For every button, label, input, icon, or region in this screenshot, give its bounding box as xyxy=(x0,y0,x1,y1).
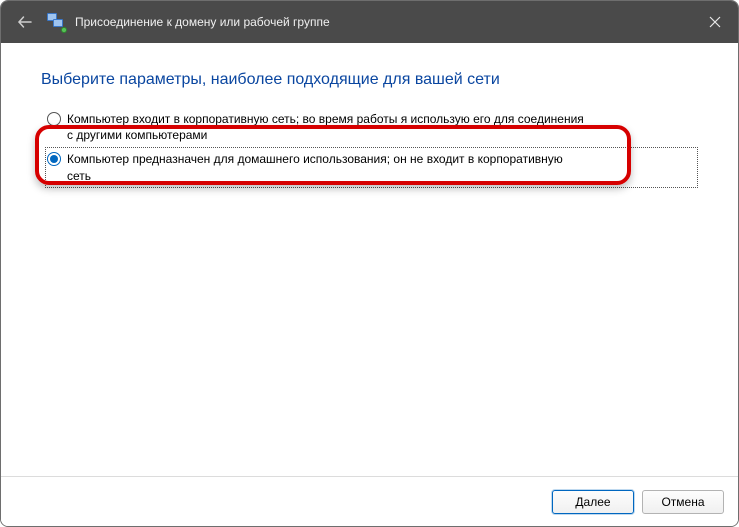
close-button[interactable] xyxy=(692,1,738,43)
titlebar: Присоединение к домену или рабочей групп… xyxy=(1,1,738,43)
page-heading: Выберите параметры, наиболее подходящие … xyxy=(41,71,698,89)
option-corporate[interactable]: Компьютер входит в корпоративную сеть; в… xyxy=(45,107,698,147)
option-label: Компьютер входит в корпоративную сеть; в… xyxy=(67,111,587,143)
options-group: Компьютер входит в корпоративную сеть; в… xyxy=(45,107,698,188)
next-button[interactable]: Далее xyxy=(552,490,634,514)
radio-icon xyxy=(47,152,61,166)
wizard-window: Присоединение к домену или рабочей групп… xyxy=(0,0,739,527)
radio-icon xyxy=(47,112,61,126)
back-button[interactable] xyxy=(13,10,37,34)
cancel-button[interactable]: Отмена xyxy=(642,490,724,514)
option-home[interactable]: Компьютер предназначен для домашнего исп… xyxy=(45,147,698,187)
wizard-body: Выберите параметры, наиболее подходящие … xyxy=(1,43,738,476)
window-title: Присоединение к домену или рабочей групп… xyxy=(75,15,330,29)
network-wizard-icon xyxy=(47,13,65,31)
wizard-footer: Далее Отмена xyxy=(1,476,738,526)
option-label: Компьютер предназначен для домашнего исп… xyxy=(67,151,587,183)
